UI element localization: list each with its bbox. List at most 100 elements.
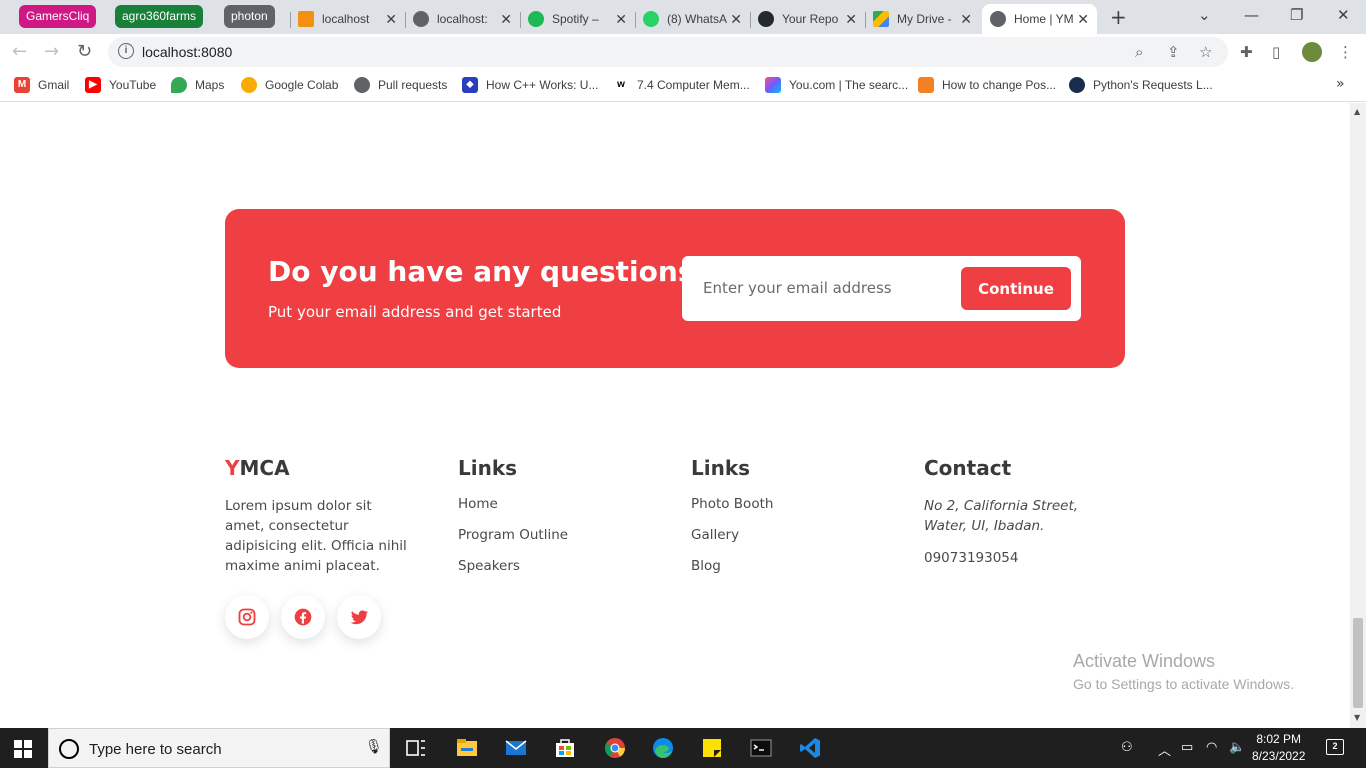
tab-whatsapp[interactable]: (8) WhatsA ✕: [635, 4, 750, 34]
scrollbar-thumb[interactable]: [1353, 618, 1363, 708]
terminal-icon[interactable]: [749, 736, 773, 760]
tab-spotify[interactable]: Spotify – ✕: [520, 4, 635, 34]
mail-icon[interactable]: [504, 736, 528, 760]
tab-title: My Drive -: [897, 12, 952, 26]
bookmark-stackoverflow[interactable]: How to change Pos...: [918, 77, 1056, 93]
bookmark-label: Maps: [195, 78, 225, 92]
page-scrollbar[interactable]: ▲ ▼: [1350, 103, 1366, 728]
address-bar[interactable]: i localhost:8080 ⌕ ⇪ ☆: [108, 37, 1228, 67]
footer-link-blog[interactable]: Blog: [691, 558, 773, 589]
google-drive-icon: [873, 11, 889, 27]
gmail-icon: M: [14, 77, 30, 93]
battery-icon[interactable]: ▭: [1181, 740, 1193, 755]
file-explorer-icon[interactable]: [455, 736, 479, 760]
footer-link-program-outline[interactable]: Program Outline: [458, 527, 568, 558]
menu-kebab-icon[interactable]: ⋮: [1338, 43, 1353, 61]
footer-link-speakers[interactable]: Speakers: [458, 558, 568, 589]
taskbar-search-box[interactable]: Type here to search 🎙: [48, 728, 390, 768]
minimize-icon[interactable]: —: [1244, 6, 1259, 24]
footer-link-photo-booth[interactable]: Photo Booth: [691, 496, 773, 527]
tab-localhost-phpmyadmin[interactable]: localhost ✕: [290, 4, 405, 34]
newsletter-cta: Do you have any questions? Put your emai…: [225, 209, 1125, 368]
youcom-icon: [765, 77, 781, 93]
tray-chevron-up-icon[interactable]: ︿: [1158, 740, 1171, 759]
edge-icon[interactable]: [651, 736, 675, 760]
close-icon[interactable]: ✕: [500, 11, 512, 28]
tab-localhost[interactable]: localhost: ✕: [405, 4, 520, 34]
bookmark-google-colab[interactable]: Google Colab: [241, 77, 338, 93]
windows-start-icon[interactable]: [14, 740, 32, 758]
site-info-icon[interactable]: i: [118, 43, 134, 59]
close-icon[interactable]: ✕: [960, 11, 972, 28]
tab-github[interactable]: Your Repo ✕: [750, 4, 865, 34]
tab-group-gamerscliq[interactable]: GamersCliq: [19, 5, 97, 28]
footer-link-home[interactable]: Home: [458, 496, 568, 527]
more-bookmarks-chevron-icon[interactable]: »: [1336, 76, 1345, 92]
globe-icon: [413, 11, 429, 27]
instagram-button[interactable]: [225, 595, 269, 639]
vscode-icon[interactable]: [798, 736, 822, 760]
tab-search-chevron-icon[interactable]: ⌄: [1198, 6, 1211, 24]
chrome-icon[interactable]: [603, 736, 627, 760]
footer-link-gallery[interactable]: Gallery: [691, 527, 773, 558]
bookmark-youcom[interactable]: You.com | The searc...: [765, 77, 908, 93]
wifi-icon[interactable]: ◠: [1206, 740, 1217, 755]
globe-icon: [354, 77, 370, 93]
globe-icon: [990, 11, 1006, 27]
system-clock[interactable]: 8:02 PM 8/23/2022: [1252, 731, 1305, 765]
twitter-button[interactable]: [337, 595, 381, 639]
forward-arrow-icon[interactable]: →: [44, 41, 59, 62]
share-icon[interactable]: ⇪: [1167, 43, 1180, 61]
sticky-notes-icon[interactable]: [700, 736, 724, 760]
bookmark-gmail[interactable]: M Gmail: [14, 77, 69, 93]
people-icon[interactable]: ⚇: [1121, 740, 1133, 755]
volume-icon[interactable]: 🔈: [1229, 740, 1245, 755]
new-tab-button[interactable]: +: [1110, 5, 1127, 29]
tab-group-agro360farms[interactable]: agro360farms: [115, 5, 204, 28]
close-icon[interactable]: ✕: [730, 11, 742, 28]
notification-center-icon[interactable]: 2: [1326, 739, 1344, 755]
zoom-icon[interactable]: ⌕: [1135, 43, 1143, 61]
scroll-up-arrow-icon[interactable]: ▲: [1354, 107, 1360, 116]
bookmark-how-cpp-works[interactable]: ⬥ How C++ Works: U...: [462, 77, 598, 93]
reload-icon[interactable]: ↻: [77, 41, 92, 62]
back-arrow-icon[interactable]: ←: [12, 41, 27, 62]
close-icon[interactable]: ✕: [615, 11, 627, 28]
contact-phone[interactable]: 09073193054: [924, 550, 1124, 566]
footer-links-column-1: Links Home Program Outline Speakers: [458, 456, 568, 589]
close-icon[interactable]: ✕: [385, 11, 397, 28]
bookmark-python-requests[interactable]: Python's Requests L...: [1069, 77, 1213, 93]
microsoft-store-icon[interactable]: [553, 736, 577, 760]
url-text[interactable]: localhost:8080: [142, 44, 232, 60]
bookmark-youtube[interactable]: ▶ YouTube: [85, 77, 156, 93]
scroll-down-arrow-icon[interactable]: ▼: [1354, 713, 1360, 722]
phpmyadmin-icon: [298, 11, 314, 27]
bookmark-label: 7.4 Computer Mem...: [637, 78, 750, 92]
footer-brand-column: YMCA Lorem ipsum dolor sit amet, consect…: [225, 456, 415, 576]
task-view-icon[interactable]: [404, 736, 428, 760]
tab-group-photon[interactable]: photon: [224, 5, 275, 28]
facebook-button[interactable]: [281, 595, 325, 639]
spotify-icon: [528, 11, 544, 27]
continue-button[interactable]: Continue: [961, 267, 1071, 310]
email-input[interactable]: [692, 268, 952, 308]
bookmark-label: Gmail: [38, 78, 70, 92]
side-panel-icon[interactable]: ▯: [1272, 43, 1280, 61]
tab-home-ymca[interactable]: Home | YM ✕: [982, 4, 1097, 34]
profile-avatar[interactable]: [1302, 42, 1322, 62]
footer-logo[interactable]: YMCA: [225, 456, 415, 480]
bookmark-star-icon[interactable]: ☆: [1199, 43, 1212, 61]
bookmark-pull-requests[interactable]: Pull requests: [354, 77, 447, 93]
whatsapp-icon: [643, 11, 659, 27]
window-close-icon[interactable]: ✕: [1337, 6, 1350, 24]
tab-google-drive[interactable]: My Drive - ✕: [865, 4, 980, 34]
restore-icon[interactable]: ❐: [1290, 6, 1303, 24]
microphone-icon[interactable]: 🎙: [365, 739, 383, 755]
bookmark-computer-memory[interactable]: w 7.4 Computer Mem...: [613, 77, 750, 93]
close-icon[interactable]: ✕: [1077, 11, 1089, 28]
close-icon[interactable]: ✕: [845, 11, 857, 28]
links-list: Home Program Outline Speakers: [458, 496, 568, 589]
extensions-puzzle-icon[interactable]: ✚: [1240, 43, 1253, 61]
tab-title: Your Repo: [782, 12, 839, 26]
bookmark-maps[interactable]: Maps: [171, 77, 224, 93]
